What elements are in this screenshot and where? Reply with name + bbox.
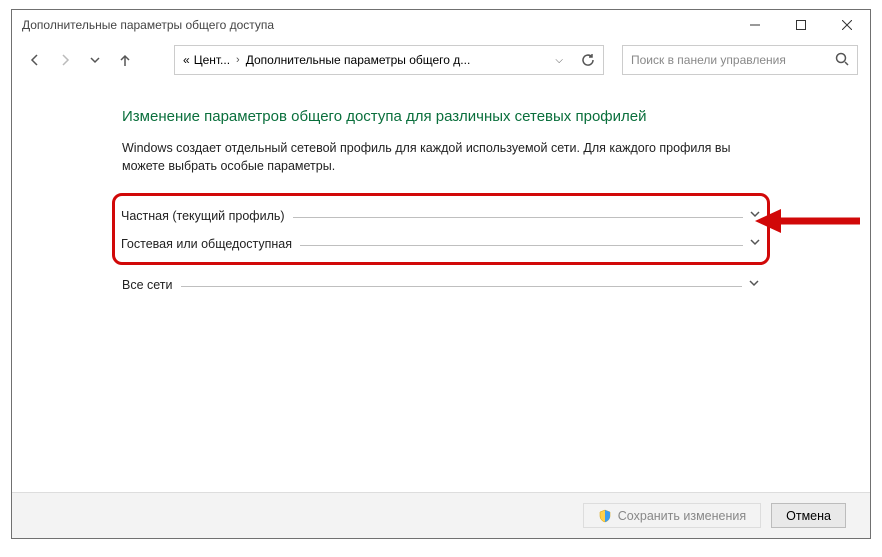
address-bar[interactable]: « Цент... › Дополнительные параметры общ… [174, 45, 604, 75]
search-icon [835, 52, 849, 69]
forward-button[interactable] [54, 49, 76, 71]
chevron-down-icon [748, 276, 760, 294]
breadcrumb-prefix: « [183, 53, 190, 67]
cancel-button-label: Отмена [786, 509, 831, 523]
section-label: Частная (текущий профиль) [121, 209, 285, 223]
address-dropdown-icon[interactable]: ⌵ [555, 55, 563, 66]
close-button[interactable] [824, 10, 870, 40]
shield-icon [598, 509, 612, 523]
maximize-button[interactable] [778, 10, 824, 40]
window-title: Дополнительные параметры общего доступа [22, 18, 274, 32]
save-button[interactable]: Сохранить изменения [583, 503, 761, 528]
page-heading: Изменение параметров общего доступа для … [122, 108, 760, 125]
back-button[interactable] [24, 49, 46, 71]
divider-line [300, 245, 743, 246]
navbar: « Цент... › Дополнительные параметры общ… [12, 40, 870, 80]
up-button[interactable] [114, 49, 136, 71]
recent-locations-button[interactable] [84, 49, 106, 71]
bottom-bar: Сохранить изменения Отмена [12, 492, 870, 538]
arrow-annotation [755, 206, 865, 236]
highlight-annotation: Частная (текущий профиль) Гостевая или о… [112, 193, 770, 265]
section-all-networks[interactable]: Все сети [122, 271, 760, 299]
search-input[interactable]: Поиск в панели управления [622, 45, 858, 75]
save-button-label: Сохранить изменения [618, 509, 746, 523]
content-area: Изменение параметров общего доступа для … [12, 80, 870, 299]
divider-line [181, 286, 742, 287]
refresh-button[interactable] [581, 53, 595, 67]
divider-line [293, 217, 743, 218]
breadcrumb-item-1[interactable]: Цент... [194, 53, 230, 67]
titlebar: Дополнительные параметры общего доступа [12, 10, 870, 40]
section-label: Все сети [122, 278, 173, 292]
chevron-right-icon: › [236, 54, 240, 66]
page-description: Windows создает отдельный сетевой профил… [122, 139, 760, 175]
minimize-button[interactable] [732, 10, 778, 40]
cancel-button[interactable]: Отмена [771, 503, 846, 528]
breadcrumb-item-2[interactable]: Дополнительные параметры общего д... [246, 53, 471, 67]
search-placeholder: Поиск в панели управления [631, 53, 786, 67]
section-guest[interactable]: Гостевая или общедоступная [121, 230, 761, 258]
chevron-down-icon [749, 235, 761, 253]
section-label: Гостевая или общедоступная [121, 237, 292, 251]
section-private[interactable]: Частная (текущий профиль) [121, 202, 761, 230]
